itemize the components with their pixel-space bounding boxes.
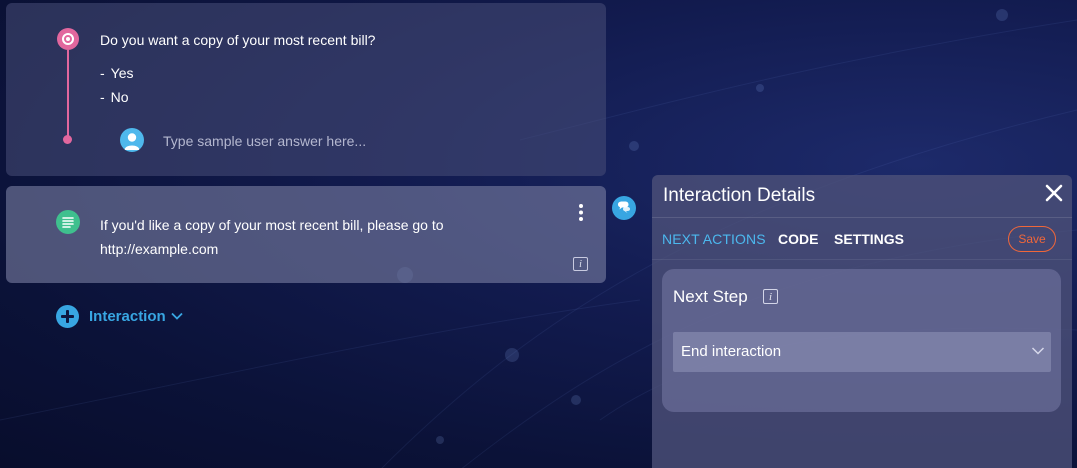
next-step-selected-value: End interaction [681, 343, 782, 360]
message-line-2: http://example.com [100, 241, 219, 257]
sample-answer-input[interactable] [163, 131, 463, 151]
save-button[interactable]: Save [1008, 226, 1056, 252]
message-text: If you'd like a copy of your most recent… [100, 213, 500, 261]
next-step-card: Next Step i End interaction [662, 269, 1061, 412]
flow-connector-end-dot [63, 135, 72, 144]
info-icon[interactable]: i [573, 257, 588, 271]
message-line-1: If you'd like a copy of your most recent… [100, 217, 444, 233]
add-interaction-button[interactable]: Interaction [56, 304, 184, 328]
kebab-menu-icon[interactable] [573, 202, 589, 224]
option-dash: - [100, 65, 105, 81]
panel-title: Interaction Details [663, 185, 816, 206]
message-node-icon [56, 210, 80, 234]
next-step-label: Next Step [673, 287, 748, 306]
close-icon[interactable] [1044, 183, 1064, 203]
panel-header-divider [652, 217, 1072, 218]
answer-option-yes: - Yes [100, 65, 134, 81]
interaction-details-panel: Interaction Details NEXT ACTIONS CODE SE… [652, 175, 1072, 468]
option-label: No [110, 89, 129, 105]
option-dash: - [100, 89, 105, 105]
chevron-down-icon [1031, 347, 1045, 355]
flow-connector-line [67, 50, 69, 138]
info-icon[interactable]: i [763, 289, 778, 304]
answer-option-no: - No [100, 89, 129, 105]
tab-settings[interactable]: SETTINGS [834, 231, 904, 247]
question-node-icon [57, 28, 79, 50]
tabs-divider [652, 259, 1072, 260]
chat-bubble-icon[interactable] [612, 196, 636, 220]
question-text: Do you want a copy of your most recent b… [100, 32, 376, 48]
option-label: Yes [110, 65, 134, 81]
tab-next-actions[interactable]: NEXT ACTIONS [662, 231, 766, 247]
add-interaction-label: Interaction [89, 307, 166, 325]
user-avatar-icon [120, 128, 144, 152]
plus-circle-icon [56, 304, 79, 328]
chevron-down-icon [171, 312, 183, 320]
next-step-select[interactable]: End interaction [673, 332, 1051, 372]
tab-code[interactable]: CODE [778, 231, 818, 247]
